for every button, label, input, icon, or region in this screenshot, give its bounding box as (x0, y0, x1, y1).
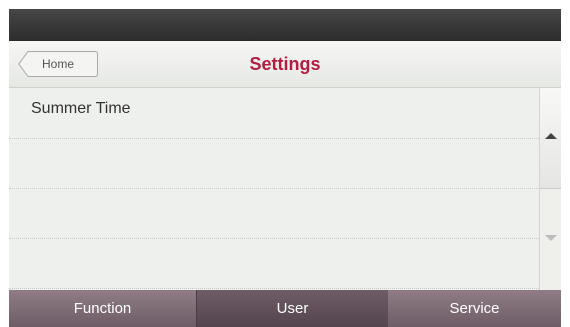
tab-user[interactable]: User (196, 290, 389, 327)
home-button[interactable]: Home (18, 51, 98, 77)
settings-list: Summer Time (9, 88, 539, 290)
scroll-down-button[interactable] (540, 189, 561, 290)
status-bar (9, 9, 561, 41)
scroll-up-button[interactable] (540, 88, 561, 189)
list-item[interactable] (9, 238, 539, 289)
home-button-label: Home (41, 57, 74, 71)
page-title: Settings (249, 54, 321, 74)
triangle-down-icon (545, 235, 557, 241)
list-item[interactable] (9, 138, 539, 189)
list-item-label: Summer Time (31, 100, 131, 117)
tab-function[interactable]: Function (9, 290, 196, 327)
bottom-tab-bar: Function User Service (9, 290, 561, 327)
list-item-summer-time[interactable]: Summer Time (9, 88, 539, 139)
triangle-up-icon (545, 133, 557, 139)
header-bar: Home Settings (9, 41, 561, 88)
tab-service[interactable]: Service (388, 290, 561, 327)
list-item[interactable] (9, 188, 539, 239)
list-scrollbar[interactable] (539, 88, 561, 290)
device-screen: Home Settings Summer Time Function User … (9, 9, 561, 327)
